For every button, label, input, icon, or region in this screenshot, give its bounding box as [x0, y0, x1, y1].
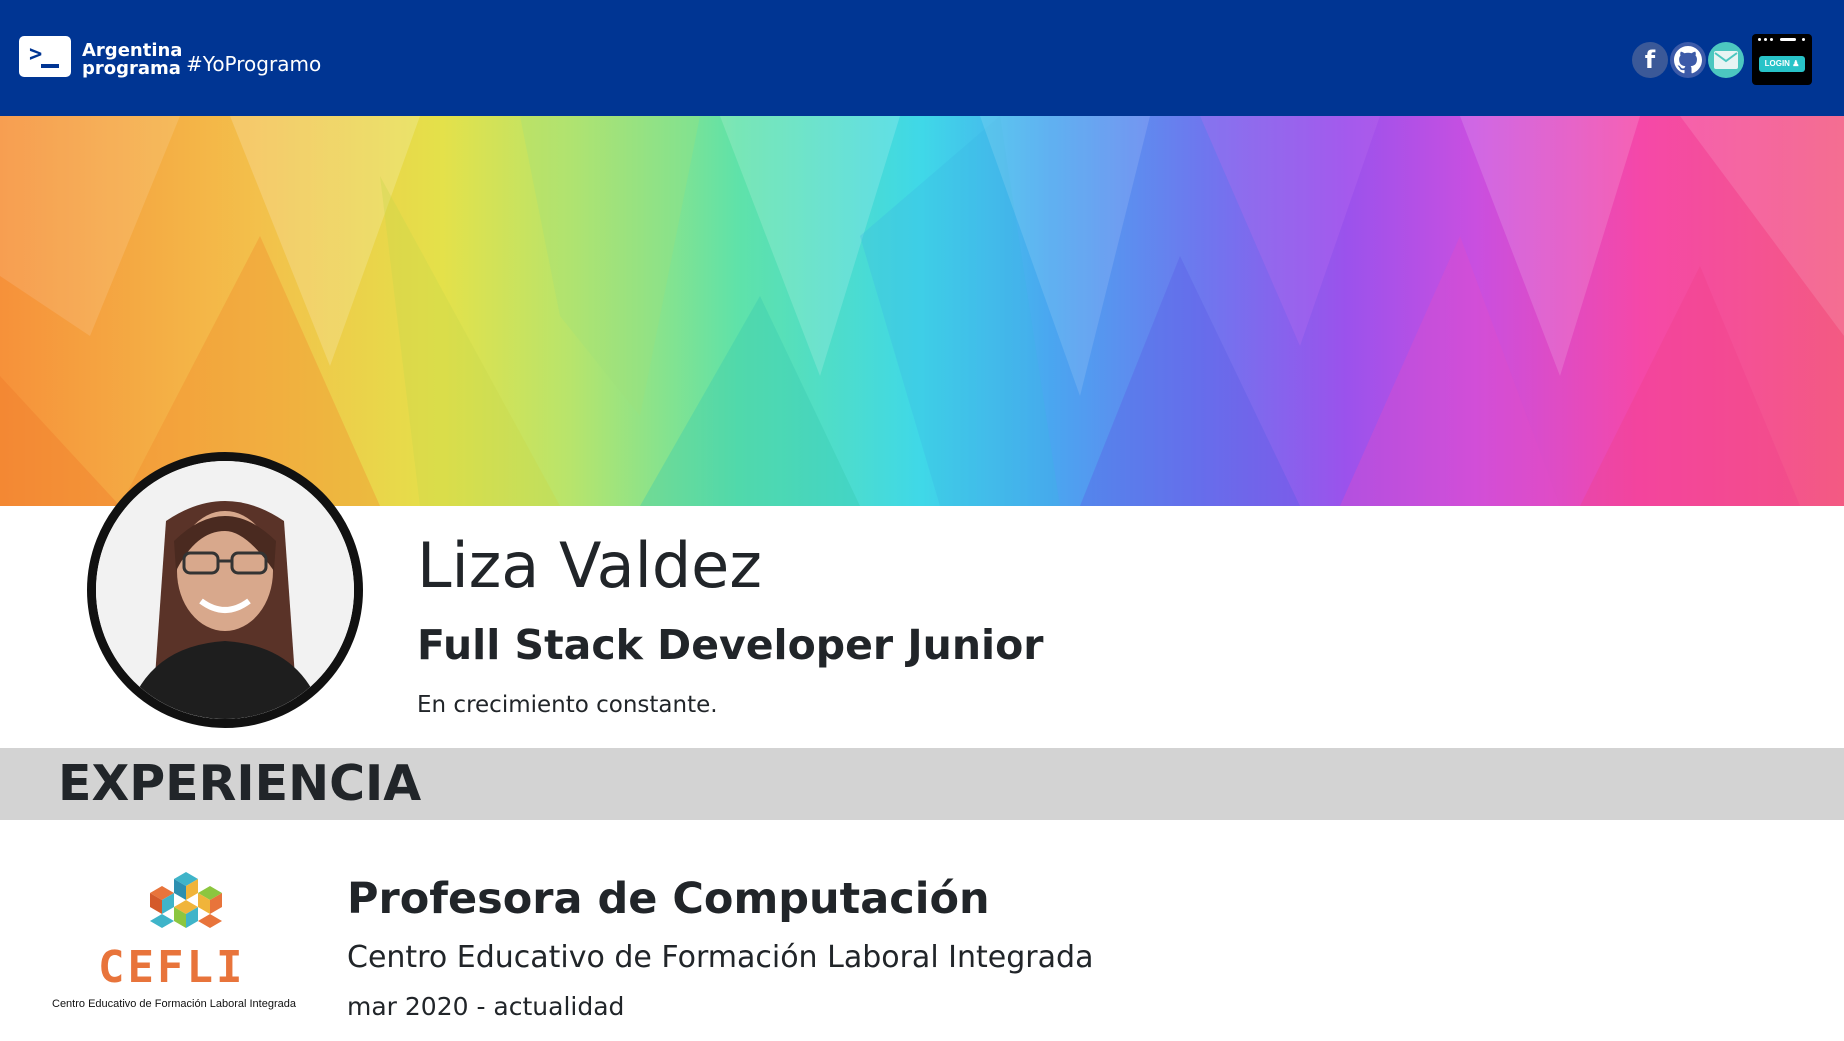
profile-tagline: En crecimiento constante.	[417, 692, 718, 718]
experience-section-header: EXPERIENCIA	[0, 748, 1844, 820]
experience-organization: Centro Educativo de Formación Laboral In…	[347, 940, 1094, 975]
cefli-wordmark: CEFLI	[98, 942, 246, 993]
github-icon	[1674, 46, 1702, 74]
brand-logo-icon[interactable]: >	[19, 36, 71, 77]
mail-icon	[1714, 51, 1738, 69]
mail-link[interactable]	[1708, 42, 1744, 78]
terminal-underscore-icon	[41, 64, 59, 68]
login-label: LOGIN ♟	[1759, 56, 1805, 72]
profile-role: Full Stack Developer Junior	[417, 621, 1044, 669]
experience-dates: mar 2020 - actualidad	[347, 992, 625, 1021]
facebook-link[interactable]: f	[1632, 42, 1668, 78]
profile-photo	[96, 461, 354, 719]
facebook-icon: f	[1644, 46, 1656, 74]
cubes-logo-icon	[150, 872, 222, 928]
profile-name: Liza Valdez	[417, 529, 762, 602]
window-dots-icon	[1758, 38, 1806, 42]
experience-title: Profesora de Computación	[347, 874, 990, 924]
brand-name[interactable]: Argentina programa	[82, 42, 182, 78]
brand-line-2: programa	[82, 58, 181, 79]
github-link[interactable]	[1670, 42, 1706, 78]
cefli-logo: CEFLI Centro Educativo de Formación Labo…	[50, 868, 312, 1018]
hashtag: #YoProgramo	[186, 52, 322, 76]
terminal-chevron-icon: >	[29, 42, 43, 67]
cover-banner	[0, 116, 1844, 506]
cefli-caption: Centro Educativo de Formación Laboral In…	[52, 998, 296, 1010]
section-title: EXPERIENCIA	[58, 755, 422, 812]
profile-avatar[interactable]	[87, 452, 363, 728]
login-button[interactable]: LOGIN ♟	[1752, 34, 1812, 85]
banner-geometric-pattern	[0, 116, 1844, 506]
navbar: > Argentina programa #YoProgramo f LOGIN…	[0, 0, 1844, 116]
